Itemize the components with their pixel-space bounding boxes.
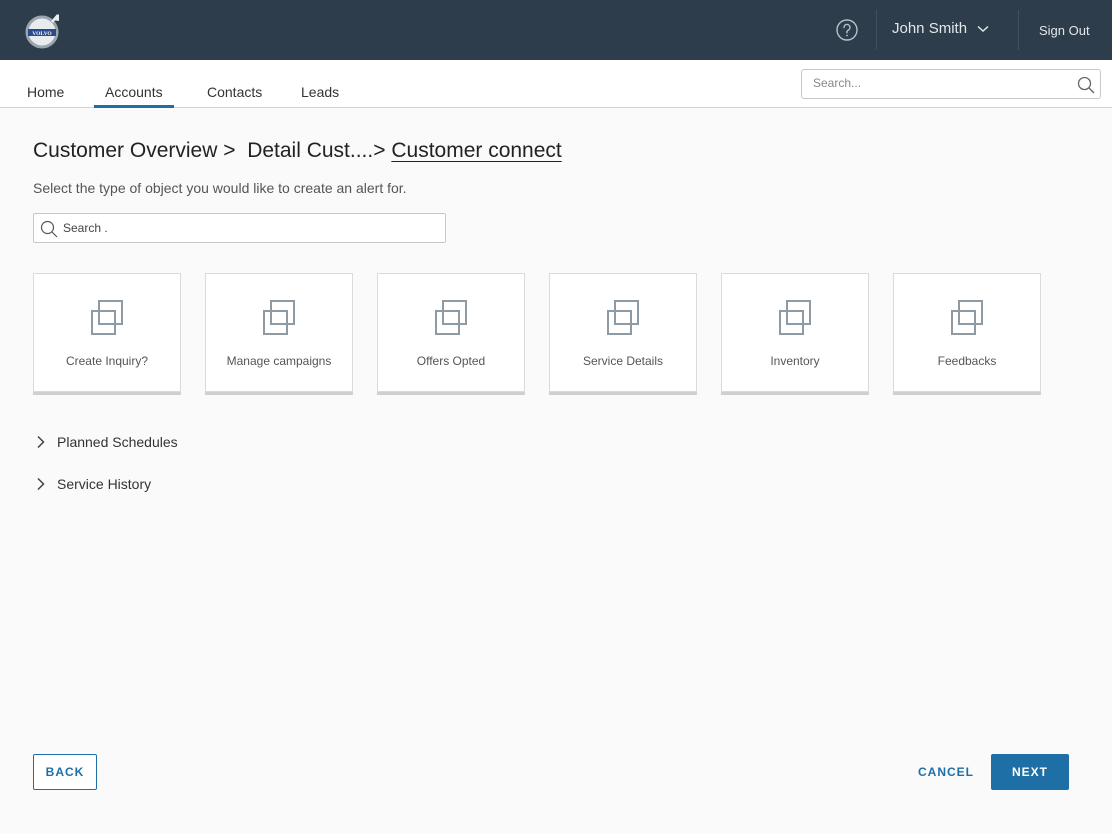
card-offers-opted[interactable]: Offers Opted	[377, 273, 525, 392]
breadcrumb-separator: >	[223, 139, 236, 162]
copy-icon	[91, 300, 123, 335]
instruction-text: Select the type of object you would like…	[33, 180, 407, 196]
breadcrumb-item[interactable]: Detail Cust....	[247, 139, 373, 162]
top-bar: VOLVO John Smith Sign Out	[0, 0, 1112, 60]
back-button[interactable]: BACK	[33, 754, 97, 790]
global-search	[801, 69, 1101, 99]
section-service-history[interactable]: Service History	[36, 476, 151, 492]
section-label: Service History	[57, 476, 152, 492]
volvo-logo[interactable]: VOLVO	[24, 12, 62, 50]
object-search	[33, 213, 446, 243]
next-button[interactable]: NEXT	[991, 754, 1069, 790]
card-label: Manage campaigns	[226, 354, 332, 368]
card-manage-campaigns[interactable]: Manage campaigns	[205, 273, 353, 392]
search-icon[interactable]	[1077, 76, 1095, 94]
copy-icon	[779, 300, 811, 335]
card-label: Service Details	[582, 354, 664, 368]
user-name: John Smith	[892, 20, 968, 37]
card-label: Inventory	[770, 354, 820, 368]
chevron-right-icon	[37, 435, 45, 449]
tab-contacts[interactable]: Contacts	[207, 84, 262, 100]
object-search-input[interactable]	[63, 221, 433, 235]
tab-home[interactable]: Home	[27, 84, 64, 100]
svg-text:VOLVO: VOLVO	[32, 31, 52, 37]
breadcrumb: Customer Overview > Detail Cust....> Cus…	[33, 139, 562, 163]
tab-leads[interactable]: Leads	[301, 84, 339, 100]
cancel-button[interactable]: CANCEL	[911, 754, 981, 790]
copy-icon	[435, 300, 467, 335]
user-menu[interactable]: John Smith	[892, 20, 989, 37]
breadcrumb-current[interactable]: Customer connect	[391, 139, 561, 162]
section-planned-schedules[interactable]: Planned Schedules	[36, 434, 178, 450]
copy-icon	[263, 300, 295, 335]
copy-icon	[607, 300, 639, 335]
card-inventory[interactable]: Inventory	[721, 273, 869, 392]
card-label: Offers Opted	[416, 354, 486, 368]
tab-accounts[interactable]: Accounts	[94, 84, 174, 108]
card-label: Create Inquiry?	[65, 354, 149, 368]
nav-bar: Home Accounts Contacts Leads	[0, 60, 1112, 108]
card-feedbacks[interactable]: Feedbacks	[893, 273, 1041, 392]
copy-icon	[951, 300, 983, 335]
chevron-right-icon	[37, 477, 45, 491]
global-search-input[interactable]	[813, 76, 1073, 90]
card-create-inquiry[interactable]: Create Inquiry?	[33, 273, 181, 392]
card-label: Feedbacks	[937, 354, 997, 368]
section-label: Planned Schedules	[57, 434, 178, 450]
search-icon	[40, 220, 58, 238]
header-divider	[1018, 10, 1019, 50]
breadcrumb-separator: >	[373, 139, 386, 162]
help-circle-icon[interactable]	[836, 19, 858, 41]
chevron-down-icon	[977, 25, 989, 32]
header-divider	[876, 10, 877, 50]
sign-out-link[interactable]: Sign Out	[1039, 23, 1090, 38]
breadcrumb-item[interactable]: Customer Overview	[33, 139, 217, 162]
card-service-details[interactable]: Service Details	[549, 273, 697, 392]
